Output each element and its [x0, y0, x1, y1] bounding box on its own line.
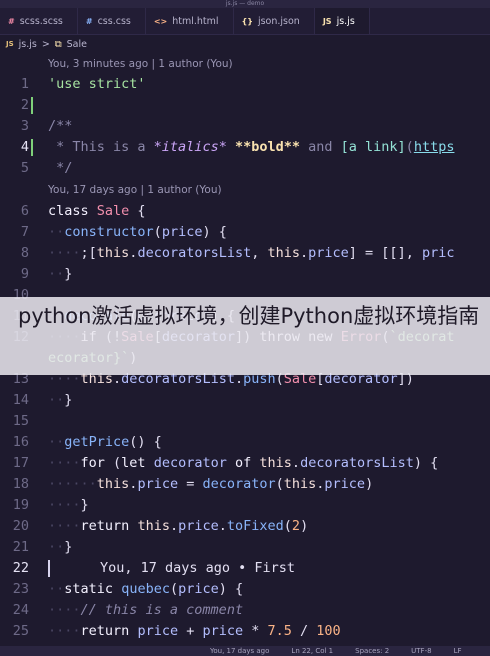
line-number: 4 [20, 139, 29, 155]
line-number: 18 [12, 476, 29, 492]
status-bar: You, 17 days ago Ln 22, Col 1 Spaces: 2 … [0, 646, 490, 656]
code-line: ····// this is a comment [48, 602, 244, 618]
line-number: 17 [12, 455, 29, 471]
line-number: 6 [20, 203, 29, 219]
status-indentation[interactable]: Spaces: 2 [355, 646, 389, 656]
code-line: ··static quebec(price) { [48, 581, 244, 597]
code-line: ····;[this.decoratorsList, this.price] =… [48, 245, 455, 261]
code-line: ····for (let decorator of this.decorator… [48, 455, 439, 471]
code-line: ··} [48, 266, 73, 282]
tab-label: js.js [336, 15, 355, 27]
tab-bar: # scss.scss # css.css <> html.html {} js… [0, 8, 490, 35]
inline-blame: You, 17 days ago • First [100, 560, 296, 576]
status-cursor-position[interactable]: Ln 22, Col 1 [291, 646, 333, 656]
line-number: 8 [20, 245, 29, 261]
tab-label: json.json [257, 15, 300, 27]
line-number: 16 [12, 434, 29, 450]
line-number: 23 [12, 581, 29, 597]
line-number: 15 [12, 413, 29, 429]
line-number: 24 [12, 602, 29, 618]
tab-label: scss.scss [19, 15, 63, 27]
chevron-right-icon: > [41, 38, 50, 50]
tab-html[interactable]: <> html.html [146, 8, 234, 34]
line-number: 9 [20, 266, 29, 282]
code-line: ··} [48, 392, 73, 408]
tab-json[interactable]: {} json.json [234, 8, 315, 34]
status-eol[interactable]: LF [454, 646, 462, 656]
code-line: 'use strict' [48, 76, 146, 92]
code-line: ····return this.price.toFixed(2) [48, 518, 309, 534]
code-line: */ [48, 160, 73, 176]
css-file-icon: # [85, 16, 93, 26]
code-line: ····} [48, 497, 89, 513]
line-number: 2 [20, 97, 29, 113]
js-file-icon: JS [322, 16, 332, 26]
code-line: ··constructor(price) { [48, 224, 227, 240]
window-title: js.js — demo [0, 0, 490, 8]
line-number: 7 [20, 224, 29, 240]
git-added-marker [31, 97, 33, 114]
scss-file-icon: # [8, 16, 15, 26]
code-line: class Sale { [48, 203, 146, 219]
line-number: 5 [20, 160, 29, 176]
line-number: 14 [12, 392, 29, 408]
line-number: 3 [20, 118, 29, 134]
status-encoding[interactable]: UTF-8 [411, 646, 431, 656]
tab-label: css.css [97, 15, 131, 27]
js-file-icon: JS [6, 40, 14, 48]
class-symbol-icon: ⧉ [54, 38, 62, 50]
tab-css[interactable]: # css.css [78, 8, 146, 34]
code-line: /** [48, 118, 73, 134]
line-number: 25 [12, 623, 29, 639]
json-file-icon: {} [241, 16, 253, 26]
status-blame[interactable]: You, 17 days ago [210, 646, 269, 656]
code-line: * This is a *italics* **bold** and [a li… [48, 139, 455, 155]
text-cursor [48, 560, 50, 577]
code-line: ······this.price = decorator(this.price) [48, 476, 374, 492]
breadcrumb-symbol[interactable]: Sale [67, 39, 87, 50]
code-line: ··getPrice() { [48, 434, 162, 450]
line-number: 22 [12, 560, 29, 576]
git-added-marker [31, 139, 33, 156]
overlay-title: python激活虚拟环境，创建Python虚拟环境指南 [18, 304, 480, 328]
breadcrumb-file[interactable]: js.js [19, 39, 37, 50]
code-line: ··} [48, 539, 73, 555]
line-number: 21 [12, 539, 29, 555]
html-file-icon: <> [153, 16, 168, 26]
tab-scss[interactable]: # scss.scss [0, 8, 78, 34]
breadcrumb: JS js.js > ⧉ Sale [0, 35, 490, 53]
line-number: 20 [12, 518, 29, 534]
line-number: 1 [20, 76, 29, 92]
tab-label: html.html [172, 15, 219, 27]
codelens-blame[interactable]: You, 17 days ago | 1 author (You) [48, 180, 222, 201]
line-number: 19 [12, 497, 29, 513]
codelens-blame[interactable]: You, 3 minutes ago | 1 author (You) [48, 54, 233, 75]
code-line: ····return price + price * 7.5 / 100 [48, 623, 341, 639]
tab-js[interactable]: JS js.js [314, 8, 370, 34]
